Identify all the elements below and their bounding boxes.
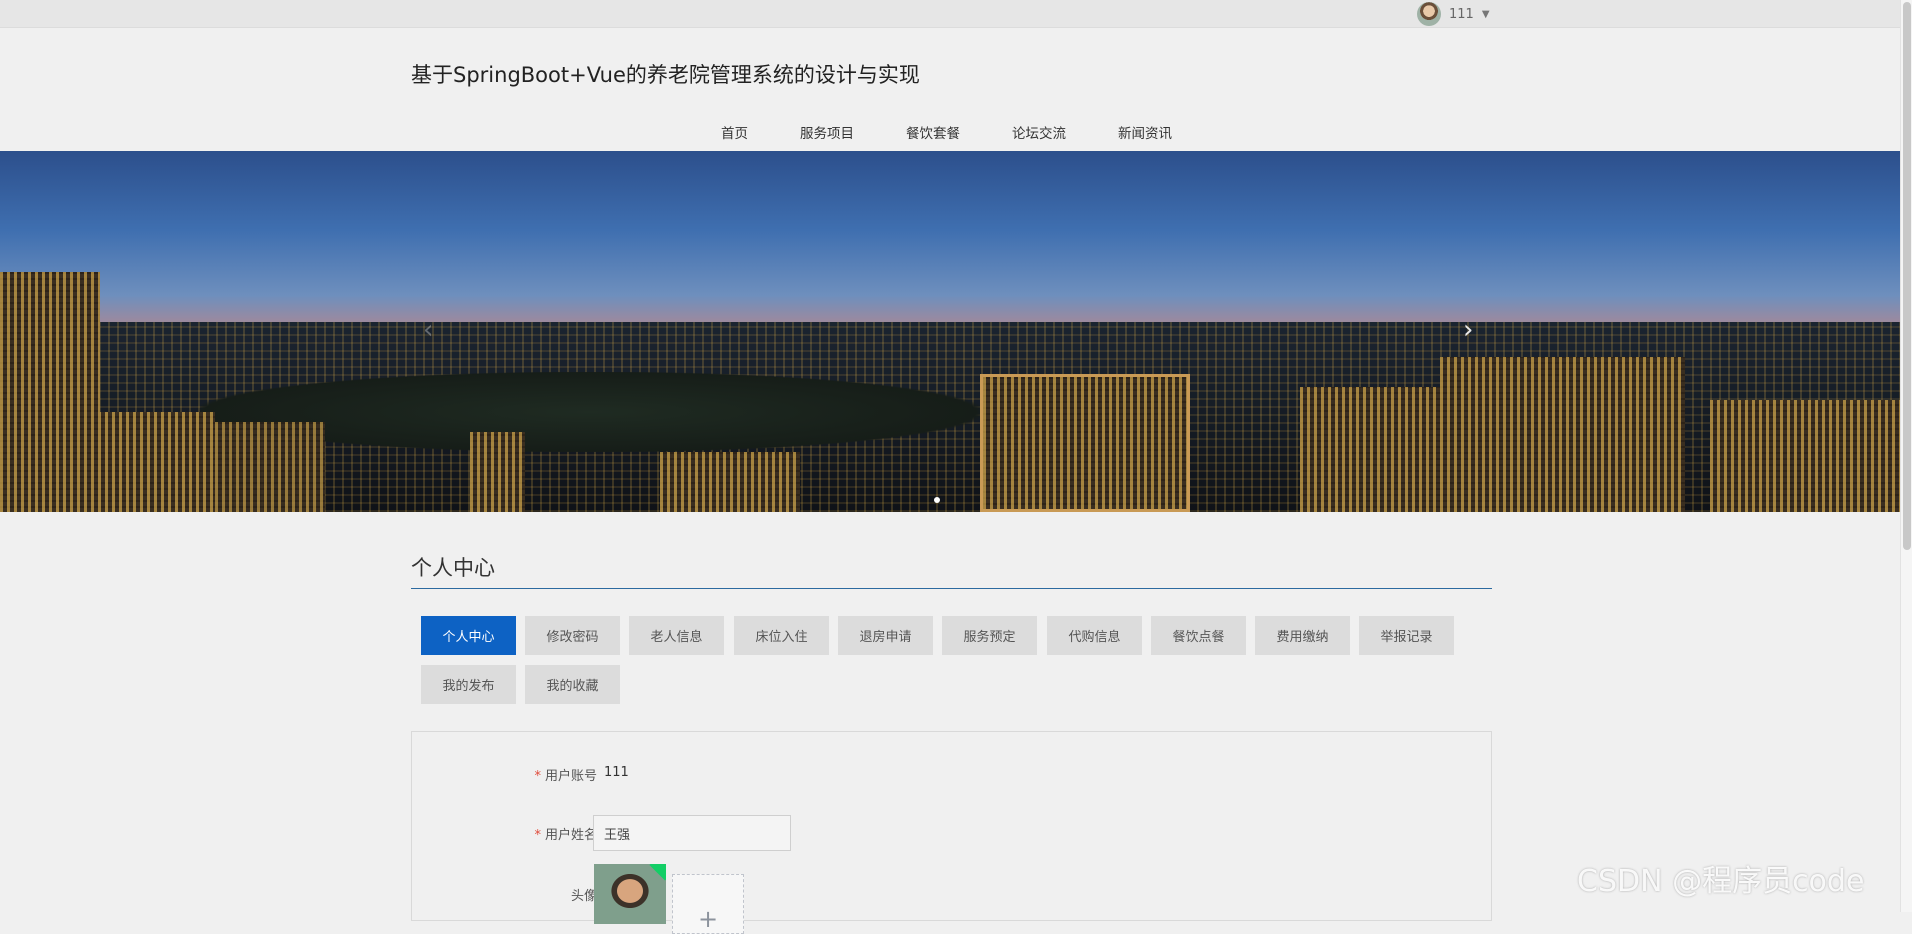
nav-item-meals[interactable]: 餐饮套餐 — [880, 122, 986, 142]
account-label-text: 用户账号 — [544, 769, 597, 784]
banner-building — [470, 432, 525, 512]
tab-service-booking[interactable]: 服务预定 — [942, 616, 1037, 655]
banner-building — [980, 374, 1190, 512]
watermark: CSDN @程序员code — [1577, 864, 1865, 899]
banner-building — [1710, 400, 1900, 512]
tab-my-posts[interactable]: 我的发布 — [421, 665, 516, 704]
banner-building — [1300, 387, 1440, 512]
tab-elder-info[interactable]: 老人信息 — [629, 616, 724, 655]
tab-report-records[interactable]: 举报记录 — [1359, 616, 1454, 655]
tab-personal-center[interactable]: 个人中心 — [421, 616, 516, 655]
nav-item-home[interactable]: 首页 — [695, 122, 774, 142]
banner-carousel[interactable]: ‹ › — [0, 151, 1900, 512]
account-value: 111 — [604, 765, 629, 780]
banner-building — [660, 452, 800, 512]
check-icon — [649, 864, 666, 881]
username[interactable]: 111 — [1449, 7, 1474, 22]
user-menu[interactable]: 111 ▼ — [1417, 2, 1490, 26]
scrollbar-thumb[interactable] — [1903, 2, 1911, 550]
chevron-left-icon[interactable]: ‹ — [423, 317, 433, 343]
name-label: * 用户姓名 — [422, 824, 597, 843]
title-divider — [411, 588, 1492, 589]
name-input[interactable] — [593, 815, 791, 851]
tab-checkout-request[interactable]: 退房申请 — [838, 616, 933, 655]
avatar[interactable] — [1417, 2, 1441, 26]
chevron-right-icon[interactable]: › — [1463, 317, 1473, 343]
account-label: * 用户账号 — [422, 765, 597, 784]
avatar-preview[interactable] — [594, 864, 666, 924]
avatar-upload-button[interactable]: + — [672, 874, 744, 934]
page-scrollbar[interactable] — [1900, 0, 1912, 912]
required-mark: * — [534, 769, 541, 784]
tab-bed-checkin[interactable]: 床位入住 — [734, 616, 829, 655]
header: 基于SpringBoot+Vue的养老院管理系统的设计与实现 首页 服务项目 餐… — [0, 28, 1912, 151]
banner-building — [0, 412, 215, 512]
page-title: 个人中心 — [411, 556, 495, 580]
nav-item-services[interactable]: 服务项目 — [774, 122, 880, 142]
nav-item-forum[interactable]: 论坛交流 — [986, 122, 1092, 142]
tab-proxy-purchase[interactable]: 代购信息 — [1047, 616, 1142, 655]
site-title: 基于SpringBoot+Vue的养老院管理系统的设计与实现 — [411, 63, 920, 87]
profile-form: *用户账号 111 *用户姓名 头像 + — [411, 731, 1492, 934]
tab-fee-payment[interactable]: 费用缴纳 — [1255, 616, 1350, 655]
plus-icon: + — [697, 905, 719, 933]
top-bar: 111 ▼ — [0, 0, 1912, 28]
tab-change-password[interactable]: 修改密码 — [525, 616, 620, 655]
carousel-indicator[interactable] — [934, 497, 940, 503]
avatar-label: 头像 — [570, 889, 597, 904]
tab-my-favorites[interactable]: 我的收藏 — [525, 665, 620, 704]
name-label-text: 用户姓名 — [544, 828, 597, 843]
tab-meal-order[interactable]: 餐饮点餐 — [1151, 616, 1246, 655]
caret-down-icon[interactable]: ▼ — [1482, 9, 1490, 20]
banner-building — [1440, 357, 1685, 512]
nav-item-news[interactable]: 新闻资讯 — [1092, 122, 1198, 142]
banner-building — [215, 422, 325, 512]
required-mark: * — [534, 828, 541, 843]
